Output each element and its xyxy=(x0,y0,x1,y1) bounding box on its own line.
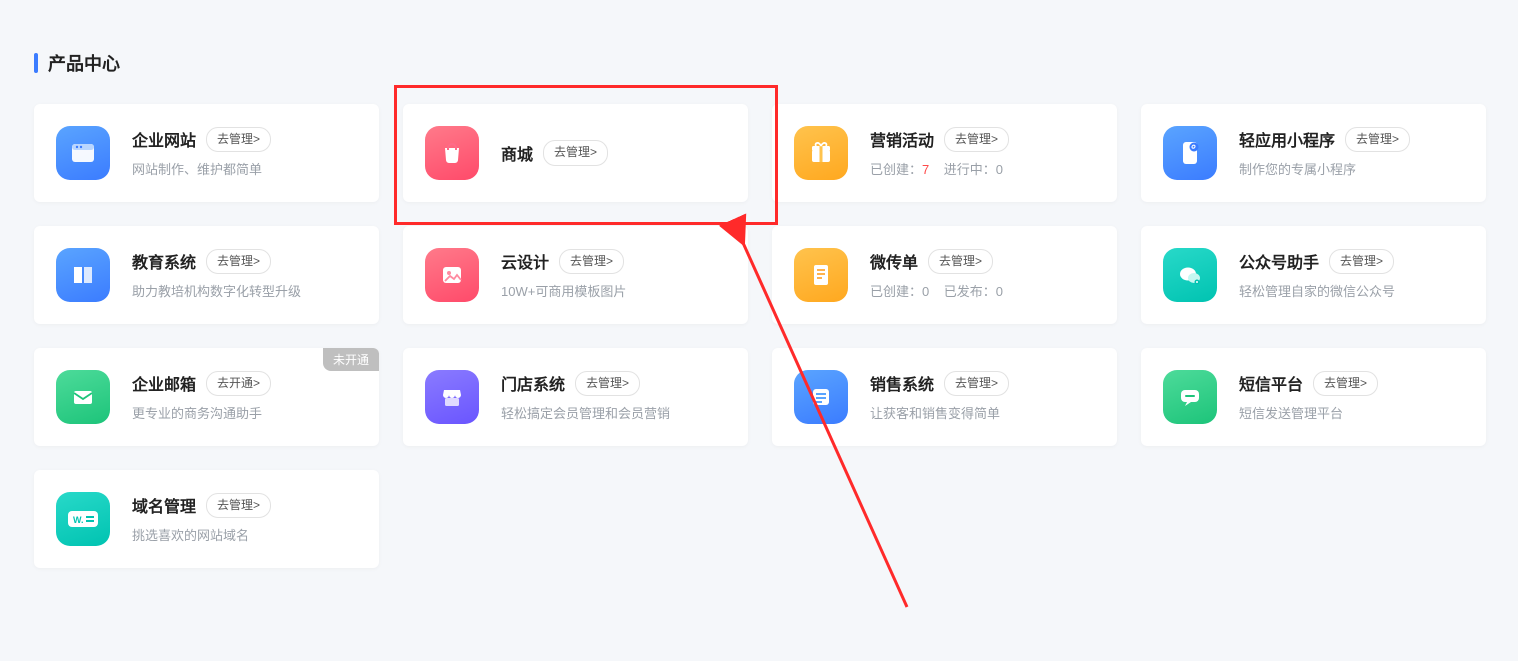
card-desc: 短信发送管理平台 xyxy=(1239,404,1464,424)
card-title: 域名管理 xyxy=(132,493,196,517)
manage-button[interactable]: 去管理> xyxy=(206,249,271,274)
card-design[interactable]: 云设计 去管理> 10W+可商用模板图片 xyxy=(403,226,748,324)
card-title: 轻应用小程序 xyxy=(1239,127,1335,151)
svg-text:W.: W. xyxy=(73,515,84,525)
storefront-icon xyxy=(425,370,479,424)
stat-running-value: 0 xyxy=(996,162,1003,177)
manage-button[interactable]: 去管理> xyxy=(543,140,608,165)
card-title: 微传单 xyxy=(870,249,918,273)
flyer-icon xyxy=(794,248,848,302)
status-badge: 未开通 xyxy=(323,348,379,371)
activate-button[interactable]: 去开通> xyxy=(206,371,271,396)
gift-icon xyxy=(794,126,848,180)
manage-button[interactable]: 去管理> xyxy=(575,371,640,396)
manage-button[interactable]: 去管理> xyxy=(559,249,624,274)
shopping-bag-icon xyxy=(425,126,479,180)
book-icon xyxy=(56,248,110,302)
card-sms[interactable]: 短信平台 去管理> 短信发送管理平台 xyxy=(1141,348,1486,446)
card-stats: 已创建：7 进行中：0 xyxy=(870,160,1095,180)
card-miniapp[interactable]: 轻应用小程序 去管理> 制作您的专属小程序 xyxy=(1141,104,1486,202)
stat-pub-value: 0 xyxy=(996,284,1003,299)
image-icon xyxy=(425,248,479,302)
section-title: 产品中心 xyxy=(48,50,120,76)
envelope-icon xyxy=(56,370,110,424)
wechat-icon xyxy=(1163,248,1217,302)
manage-button[interactable]: 去管理> xyxy=(944,127,1009,152)
card-title: 销售系统 xyxy=(870,371,934,395)
card-title: 门店系统 xyxy=(501,371,565,395)
miniapp-icon xyxy=(1163,126,1217,180)
card-desc: 让获客和销售变得简单 xyxy=(870,404,1095,424)
card-title: 短信平台 xyxy=(1239,371,1303,395)
card-desc: 助力教培机构数字化转型升级 xyxy=(132,282,357,302)
manage-button[interactable]: 去管理> xyxy=(1313,371,1378,396)
card-stats: 已创建：0 已发布：0 xyxy=(870,282,1095,302)
card-domain[interactable]: W. 域名管理 去管理> 挑选喜欢的网站域名 xyxy=(34,470,379,568)
card-title: 企业网站 xyxy=(132,127,196,151)
list-icon xyxy=(794,370,848,424)
card-title: 商城 xyxy=(501,141,533,165)
card-desc: 轻松搞定会员管理和会员营销 xyxy=(501,404,726,424)
card-desc: 10W+可商用模板图片 xyxy=(501,282,726,302)
stat-created-value: 7 xyxy=(922,162,929,177)
card-desc: 挑选喜欢的网站域名 xyxy=(132,526,357,546)
card-edu[interactable]: 教育系统 去管理> 助力教培机构数字化转型升级 xyxy=(34,226,379,324)
card-flyer[interactable]: 微传单 去管理> 已创建：0 已发布：0 xyxy=(772,226,1117,324)
card-site[interactable]: 企业网站 去管理> 网站制作、维护都简单 xyxy=(34,104,379,202)
card-mall[interactable]: 商城 去管理> xyxy=(403,104,748,202)
card-mail[interactable]: 未开通 企业邮箱 去开通> 更专业的商务沟通助手 xyxy=(34,348,379,446)
product-center-section: 产品中心 企业网站 去管理> 网站制作、维护都简单 商城 xyxy=(0,0,1518,568)
card-title: 公众号助手 xyxy=(1239,249,1319,273)
manage-button[interactable]: 去管理> xyxy=(928,249,993,274)
product-grid: 企业网站 去管理> 网站制作、维护都简单 商城 去管理> xyxy=(34,104,1484,568)
card-desc: 网站制作、维护都简单 xyxy=(132,160,357,180)
stat-pub-label: 已发布： xyxy=(944,284,996,299)
card-desc: 轻松管理自家的微信公众号 xyxy=(1239,282,1464,302)
manage-button[interactable]: 去管理> xyxy=(1345,127,1410,152)
stat-created-label: 已创建： xyxy=(870,284,922,299)
stat-running-label: 进行中： xyxy=(944,162,996,177)
window-icon xyxy=(56,126,110,180)
card-desc: 更专业的商务沟通助手 xyxy=(132,404,357,424)
card-title: 营销活动 xyxy=(870,127,934,151)
card-title: 企业邮箱 xyxy=(132,371,196,395)
card-title: 教育系统 xyxy=(132,249,196,273)
card-marketing[interactable]: 营销活动 去管理> 已创建：7 进行中：0 xyxy=(772,104,1117,202)
card-title: 云设计 xyxy=(501,249,549,273)
section-title-bar xyxy=(34,53,38,73)
stat-created-value: 0 xyxy=(922,284,929,299)
domain-icon: W. xyxy=(56,492,110,546)
manage-button[interactable]: 去管理> xyxy=(206,493,271,518)
manage-button[interactable]: 去管理> xyxy=(206,127,271,152)
manage-button[interactable]: 去管理> xyxy=(944,371,1009,396)
section-title-row: 产品中心 xyxy=(34,50,1484,76)
card-store[interactable]: 门店系统 去管理> 轻松搞定会员管理和会员营销 xyxy=(403,348,748,446)
card-desc: 制作您的专属小程序 xyxy=(1239,160,1464,180)
card-sales[interactable]: 销售系统 去管理> 让获客和销售变得简单 xyxy=(772,348,1117,446)
manage-button[interactable]: 去管理> xyxy=(1329,249,1394,274)
chat-icon xyxy=(1163,370,1217,424)
card-oa[interactable]: 公众号助手 去管理> 轻松管理自家的微信公众号 xyxy=(1141,226,1486,324)
stat-created-label: 已创建： xyxy=(870,162,922,177)
